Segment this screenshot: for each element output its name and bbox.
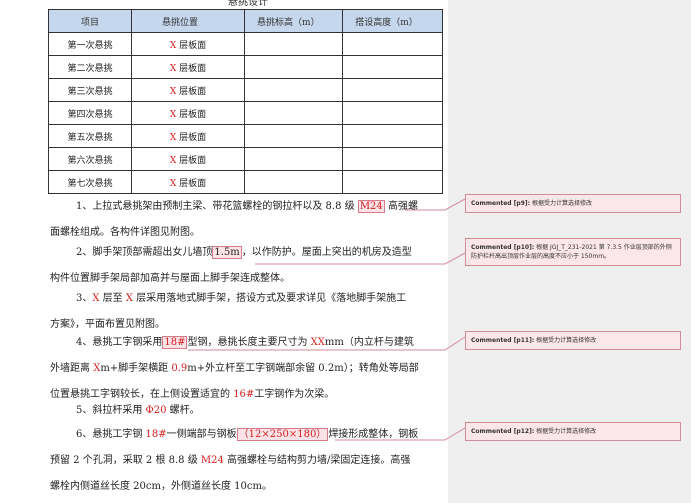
paragraph-5[interactable]: 5、斜拉杆采用 Φ20 螺杆。 — [50, 398, 438, 424]
document-page: 悬挑设计 项目 悬挑位置 悬挑标高（m） 搭设高度（m） 第一次悬挑 X 层板面… — [0, 0, 448, 503]
cell-height — [342, 124, 443, 148]
cell-elevation — [244, 78, 344, 102]
cell-position: X 层板面 — [131, 170, 246, 194]
comment-anchor-p11[interactable]: 18# — [162, 336, 188, 349]
paragraph-6[interactable]: 6、悬挑工字钢 18#一侧端部与钢板 （12×250×180） 焊接形成整体，钢板 … — [50, 422, 438, 500]
cell-height — [342, 55, 443, 79]
comment-text: 根据受力计算选择修改 — [534, 428, 597, 435]
table-row: 第五次悬挑 X 层板面 — [47, 124, 443, 148]
cell-position: X 层板面 — [131, 78, 246, 102]
paragraph-4[interactable]: 4、悬挑工字钢采用 18# 型钢，悬挑长度主要尺寸为 XXmm（内立杆与建筑 外墙距… — [50, 330, 438, 408]
comment-anchor-p12[interactable]: （12×250×180） — [236, 428, 329, 441]
cell-height — [342, 101, 443, 125]
cell-height — [342, 147, 443, 171]
header-position: 悬挑位置 — [131, 9, 246, 33]
cell-height — [342, 78, 443, 102]
cell-item: 第三次悬挑 — [47, 78, 133, 102]
comment-label: Commented [p10]: — [471, 244, 535, 251]
table-row: 第三次悬挑 X 层板面 — [47, 78, 443, 102]
header-item: 项目 — [47, 9, 133, 33]
cell-height — [342, 32, 443, 56]
table-row: 第四次悬挑 X 层板面 — [47, 101, 443, 125]
comment-anchor-p10[interactable]: 1.5m — [212, 246, 242, 259]
section-heading: 悬挑设计 — [228, 0, 268, 8]
comment-label: Commented [p9]: — [471, 200, 531, 207]
header-elevation: 悬挑标高（m） — [244, 9, 344, 33]
cell-elevation — [244, 170, 344, 194]
cell-position: X 层板面 — [131, 32, 246, 56]
paragraph-2[interactable]: 2、脚手架顶部需超出女儿墙顶 1.5m ，以作防护。屋面上突出的机房及造型 构件位置… — [50, 240, 438, 292]
table-row: 第六次悬挑 X 层板面 — [47, 147, 443, 171]
table-row: 第七次悬挑 X 层板面 — [47, 170, 443, 194]
comment-balloon-p9[interactable]: Commented [p9]: 根据受力计算选择修改 — [465, 194, 681, 213]
cell-position: X 层板面 — [131, 101, 246, 125]
table-row: 第一次悬挑 X 层板面 — [47, 32, 443, 56]
comment-text: 根据受力计算选择修改 — [534, 337, 597, 344]
cell-position: X 层板面 — [131, 124, 246, 148]
cell-item: 第六次悬挑 — [47, 147, 133, 171]
comment-balloon-p10[interactable]: Commented [p10]: 根据 JGJ_T_231-2021 第 7.3… — [465, 238, 681, 266]
comment-label: Commented [p12]: — [471, 428, 535, 435]
cell-elevation — [244, 101, 344, 125]
header-height: 搭设高度（m） — [342, 9, 443, 33]
cell-position: X 层板面 — [131, 55, 246, 79]
cell-elevation — [244, 147, 344, 171]
table-header-row: 项目 悬挑位置 悬挑标高（m） 搭设高度（m） — [47, 9, 443, 33]
table-row: 第二次悬挑 X 层板面 — [47, 55, 443, 79]
suspension-table: 项目 悬挑位置 悬挑标高（m） 搭设高度（m） 第一次悬挑 X 层板面 第二次悬… — [47, 9, 443, 194]
cell-height — [342, 170, 443, 194]
cell-item: 第五次悬挑 — [47, 124, 133, 148]
cell-elevation — [244, 124, 344, 148]
cell-elevation — [244, 55, 344, 79]
comment-text: 根据受力计算选择修改 — [530, 200, 592, 207]
cell-item: 第七次悬挑 — [47, 170, 133, 194]
comment-balloon-p12[interactable]: Commented [p12]: 根据受力计算选择修改 — [465, 422, 681, 441]
comment-anchor-p9[interactable]: M24 — [357, 200, 385, 213]
comment-balloon-p11[interactable]: Commented [p11]: 根据受力计算选择修改 — [465, 331, 681, 350]
cell-item: 第二次悬挑 — [47, 55, 133, 79]
cell-elevation — [244, 32, 344, 56]
cell-item: 第四次悬挑 — [47, 101, 133, 125]
cell-item: 第一次悬挑 — [47, 32, 133, 56]
cell-position: X 层板面 — [131, 147, 246, 171]
comment-label: Commented [p11]: — [471, 337, 535, 344]
paragraph-1[interactable]: 1、上拉式悬挑架由预制主梁、带花篮螺栓的钢拉杆以及 8.8 级 M24 高强螺 … — [50, 194, 438, 246]
